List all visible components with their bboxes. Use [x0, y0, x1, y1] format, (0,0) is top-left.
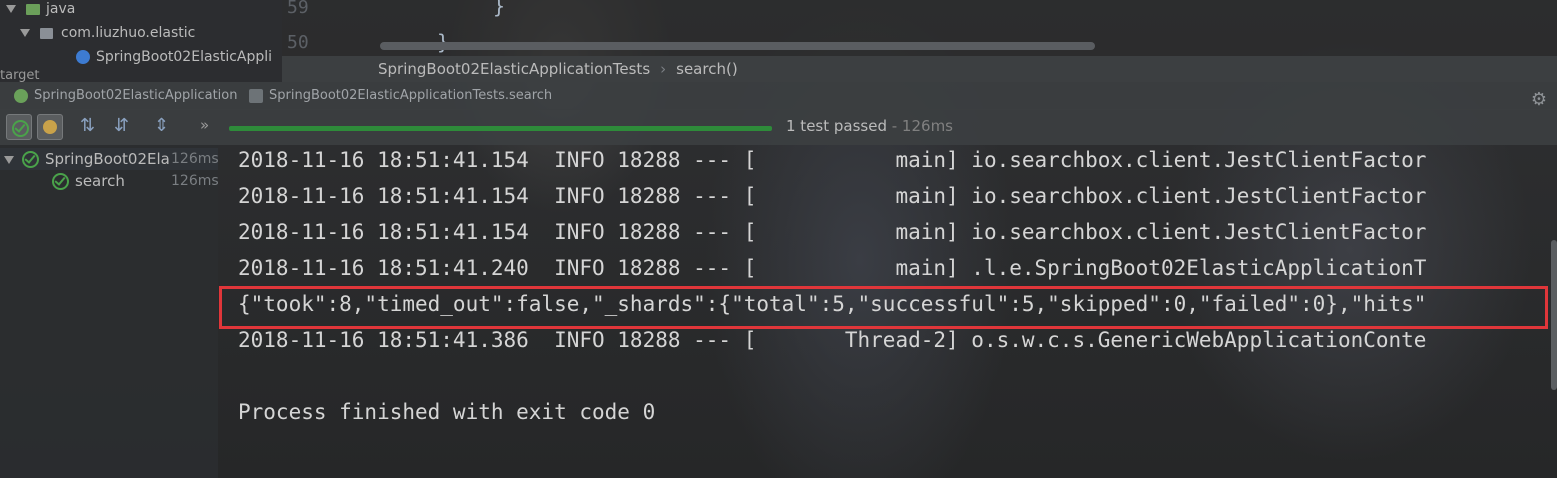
- highlight-box: [219, 286, 1548, 329]
- check-icon: [12, 120, 29, 137]
- passed-icon: [22, 151, 39, 168]
- expand-all-icon[interactable]: ⇕: [154, 115, 169, 136]
- show-passed-button[interactable]: [6, 114, 32, 140]
- test-tree-root[interactable]: SpringBoot02Ela 126ms: [0, 148, 219, 170]
- more-icon[interactable]: »: [200, 116, 209, 134]
- tree-item-label: com.liuzhuo.elastic: [61, 25, 196, 41]
- breadcrumb-class[interactable]: SpringBoot02ElasticApplicationTests: [378, 60, 650, 78]
- console-exit-line: Process finished with exit code 0: [238, 400, 656, 424]
- breadcrumb: SpringBoot02ElasticApplicationTests › sear…: [282, 56, 1557, 82]
- console-line: 2018-11-16 18:51:41.240 INFO 18288 --- […: [238, 256, 1427, 280]
- tree-item-class[interactable]: SpringBoot02ElasticAppli: [76, 46, 272, 68]
- test-results-tree: SpringBoot02Ela 126ms search 126ms: [0, 145, 219, 478]
- ignored-icon: [43, 120, 57, 134]
- status-text: 1 test passed: [786, 117, 887, 135]
- vertical-scrollbar[interactable]: [1551, 240, 1557, 390]
- run-tab-label: SpringBoot02ElasticApplication: [34, 88, 238, 103]
- tree-item-package[interactable]: com.liuzhuo.elastic: [20, 22, 195, 44]
- console-line: 2018-11-16 18:51:41.386 INFO 18288 --- […: [238, 328, 1427, 352]
- run-tab-tests[interactable]: SpringBoot02ElasticApplicationTests.sear…: [249, 82, 552, 109]
- console-line: 2018-11-16 18:51:41.154 INFO 18288 --- […: [238, 184, 1427, 208]
- expand-arrow-icon[interactable]: [20, 29, 30, 37]
- folder-icon: [26, 3, 40, 15]
- package-icon: [40, 27, 53, 39]
- test-suite-label: SpringBoot02Ela: [45, 150, 170, 168]
- passed-icon: [52, 173, 69, 190]
- project-tree: java com.liuzhuo.elastic SpringBoot02Ela…: [0, 0, 282, 82]
- tree-item-java[interactable]: java: [0, 0, 75, 20]
- show-ignored-button[interactable]: [37, 114, 63, 140]
- expand-arrow-icon[interactable]: [6, 5, 16, 13]
- sort-alphabetically-icon[interactable]: ⇅: [80, 115, 95, 136]
- expand-arrow-icon[interactable]: [4, 155, 14, 164]
- console-line: 2018-11-16 18:51:41.154 INFO 18288 --- […: [238, 220, 1427, 244]
- status-time: - 126ms: [886, 117, 953, 135]
- test-duration: 126ms: [171, 151, 219, 167]
- chevron-right-icon: ›: [660, 60, 667, 78]
- test-tree-item[interactable]: search 126ms: [52, 170, 219, 192]
- tree-item-label: target: [0, 70, 40, 82]
- horizontal-scrollbar[interactable]: [380, 42, 1095, 50]
- tree-item-label: SpringBoot02ElasticAppli: [96, 49, 273, 65]
- console-line: 2018-11-16 18:51:41.154 INFO 18288 --- […: [238, 148, 1427, 172]
- test-config-icon: [249, 88, 263, 103]
- line-number: 50: [287, 32, 309, 53]
- tree-item-label: java: [46, 1, 76, 17]
- sort-by-duration-icon[interactable]: ⇵: [114, 115, 129, 136]
- test-duration: 126ms: [171, 173, 219, 189]
- line-number: 59: [287, 0, 309, 18]
- class-icon: [76, 50, 90, 64]
- code-brace: }: [493, 0, 506, 18]
- breadcrumb-method[interactable]: search(): [676, 60, 738, 78]
- test-method-label: search: [75, 172, 125, 190]
- run-tabs-bar: SpringBoot02ElasticApplication SpringBoo…: [0, 82, 1557, 110]
- test-status: 1 test passed - 126ms: [786, 117, 953, 135]
- test-progress-bar: [229, 126, 772, 131]
- run-tab-label: SpringBoot02ElasticApplicationTests.sear…: [269, 88, 553, 103]
- tree-item-target[interactable]: target: [0, 70, 40, 82]
- spring-boot-icon: [14, 88, 28, 103]
- run-tab-application[interactable]: SpringBoot02ElasticApplication: [14, 82, 237, 109]
